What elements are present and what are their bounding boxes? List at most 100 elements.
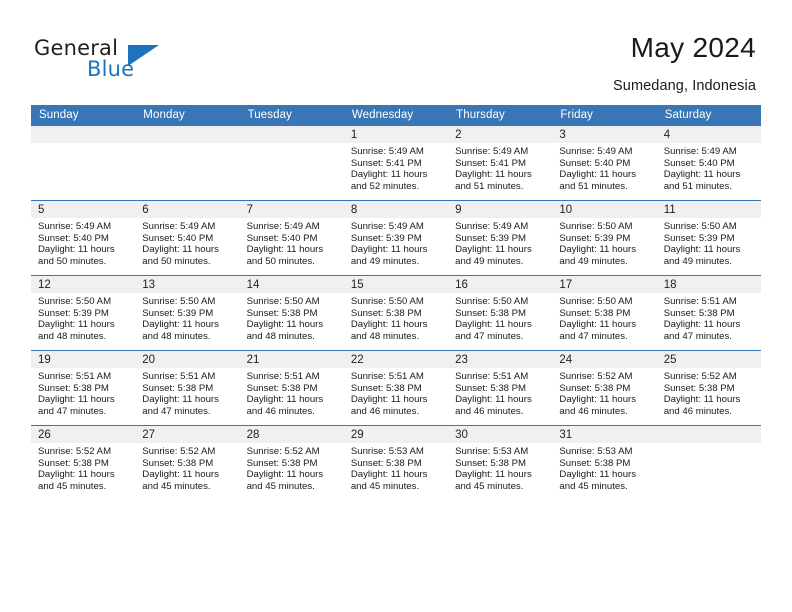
day-number: 15 [343,276,449,293]
day-cell-content [135,126,240,200]
daylight-duration-line1: Daylight: 11 hours [350,169,428,181]
calendar-day-cell[interactable]: 3 Sunrise: 5:49 AM Sunset: 5:40 PM Daylight… [552,126,657,201]
daylight-duration-line2: and 50 minutes. [38,255,107,267]
sunrise-time: Sunrise: 5:52 AM [663,371,737,382]
sunset-time: Sunset: 5:40 PM [142,232,214,244]
calendar-day-cell[interactable]: 24 Sunrise: 5:52 AM Sunset: 5:38 PM Dayligh… [552,350,657,426]
weekday-header-thursday: Thursday [448,105,553,126]
sunset-time: Sunset: 5:38 PM [142,382,214,394]
day-sun-info: Sunrise: 5:49 AM Sunset: 5:41 PM Daylight:… [344,143,448,192]
sunset-time: Sunset: 5:38 PM [38,457,109,469]
daylight-duration-line2: and 45 minutes. [246,480,315,492]
calendar-day-cell[interactable]: 1 Sunrise: 5:49 AM Sunset: 5:41 PM Daylight… [343,126,449,201]
calendar-day-cell[interactable]: 11 Sunrise: 5:50 AM Sunset: 5:39 PM Dayligh… [656,200,761,276]
day-number: 28 [239,426,344,443]
calendar-day-cell[interactable]: 17 Sunrise: 5:50 AM Sunset: 5:38 PM Dayligh… [552,275,657,351]
calendar-day-cell[interactable]: 26 Sunrise: 5:52 AM Sunset: 5:38 PM Dayligh… [31,425,136,500]
calendar-day-cell[interactable]: 9 Sunrise: 5:49 AM Sunset: 5:39 PM Daylight… [448,200,553,276]
calendar-day-cell[interactable]: 29 Sunrise: 5:53 AM Sunset: 5:38 PM Dayligh… [343,425,449,500]
sunrise-time: Sunrise: 5:52 AM [38,446,112,457]
calendar-day-cell[interactable]: 30 Sunrise: 5:53 AM Sunset: 5:38 PM Dayligh… [448,425,553,500]
calendar-day-cell[interactable]: 8 Sunrise: 5:49 AM Sunset: 5:39 PM Daylight… [343,200,449,276]
day-cell-content: 10 Sunrise: 5:50 AM Sunset: 5:39 PM Dayligh… [552,201,657,275]
calendar-day-cell[interactable]: 22 Sunrise: 5:51 AM Sunset: 5:38 PM Dayligh… [343,350,449,426]
daylight-duration-line2: and 51 minutes. [559,180,628,192]
calendar-day-cell[interactable]: 12 Sunrise: 5:50 AM Sunset: 5:39 PM Dayligh… [31,275,136,351]
day-cell-content [239,126,344,200]
calendar-day-cell[interactable]: 14 Sunrise: 5:50 AM Sunset: 5:38 PM Dayligh… [239,275,344,351]
sunset-time: Sunset: 5:38 PM [350,457,422,469]
daylight-duration-line1: Daylight: 11 hours [663,394,741,406]
daylight-duration-line2: and 49 minutes. [350,255,420,267]
calendar-day-cell[interactable]: 5 Sunrise: 5:49 AM Sunset: 5:40 PM Daylight… [31,200,136,276]
calendar-day-cell[interactable]: 13 Sunrise: 5:50 AM Sunset: 5:39 PM Dayligh… [135,275,240,351]
day-cell-content: 22 Sunrise: 5:51 AM Sunset: 5:38 PM Dayligh… [343,351,449,425]
day-number: 10 [552,201,657,218]
day-number [239,126,344,143]
calendar-week-row: 26 Sunrise: 5:52 AM Sunset: 5:38 PM Dayligh… [31,425,761,500]
day-number [656,426,761,443]
daylight-duration-line1: Daylight: 11 hours [350,469,428,481]
sunrise-time: Sunrise: 5:53 AM [455,446,529,457]
day-cell-content: 9 Sunrise: 5:49 AM Sunset: 5:39 PM Daylight… [448,201,553,275]
sunrise-time: Sunrise: 5:50 AM [455,296,529,307]
calendar-day-cell[interactable]: 25 Sunrise: 5:52 AM Sunset: 5:38 PM Dayligh… [656,350,761,426]
sunset-time: Sunset: 5:38 PM [559,307,631,319]
sunset-time: Sunset: 5:38 PM [246,382,318,394]
day-sun-info: Sunrise: 5:51 AM Sunset: 5:38 PM Daylight:… [135,368,239,417]
day-number: 19 [31,351,136,368]
calendar-day-cell[interactable]: 7 Sunrise: 5:49 AM Sunset: 5:40 PM Daylight… [239,200,344,276]
day-cell-content: 11 Sunrise: 5:50 AM Sunset: 5:39 PM Dayligh… [656,201,761,275]
calendar-day-cell[interactable]: 10 Sunrise: 5:50 AM Sunset: 5:39 PM Dayligh… [552,200,657,276]
day-cell-content: 21 Sunrise: 5:51 AM Sunset: 5:38 PM Dayligh… [239,351,344,425]
sunrise-time: Sunrise: 5:50 AM [559,296,633,307]
sunrise-time: Sunrise: 5:50 AM [246,296,320,307]
sunset-time: Sunset: 5:39 PM [142,307,214,319]
calendar-day-cell[interactable]: 28 Sunrise: 5:52 AM Sunset: 5:38 PM Dayligh… [239,425,344,500]
calendar-day-cell [239,126,344,201]
daylight-duration-line2: and 47 minutes. [142,405,211,417]
sunset-time: Sunset: 5:38 PM [38,382,109,394]
daylight-duration-line2: and 51 minutes. [455,180,524,192]
sunset-time: Sunset: 5:38 PM [246,307,318,319]
sunrise-time: Sunrise: 5:49 AM [142,221,216,232]
day-number: 29 [343,426,449,443]
calendar-day-cell[interactable]: 21 Sunrise: 5:51 AM Sunset: 5:38 PM Dayligh… [239,350,344,426]
calendar-day-cell[interactable]: 27 Sunrise: 5:52 AM Sunset: 5:38 PM Dayligh… [135,425,240,500]
day-cell-content: 3 Sunrise: 5:49 AM Sunset: 5:40 PM Daylight… [552,126,657,200]
general-blue-logo[interactable]: General Blue [34,36,174,86]
day-sun-info: Sunrise: 5:49 AM Sunset: 5:39 PM Daylight:… [344,218,448,267]
day-sun-info: Sunrise: 5:49 AM Sunset: 5:41 PM Daylight:… [448,143,552,192]
sunset-time: Sunset: 5:38 PM [455,307,527,319]
day-cell-content: 31 Sunrise: 5:53 AM Sunset: 5:38 PM Dayligh… [552,426,657,500]
sunset-time: Sunset: 5:39 PM [455,232,527,244]
calendar-day-cell[interactable]: 23 Sunrise: 5:51 AM Sunset: 5:38 PM Dayligh… [448,350,553,426]
day-number: 16 [448,276,553,293]
day-number: 2 [448,126,553,143]
sunrise-time: Sunrise: 5:52 AM [559,371,633,382]
daylight-duration-line2: and 50 minutes. [246,255,315,267]
sunrise-sunset-calendar: Sunday Monday Tuesday Wednesday Thursday… [31,105,761,500]
daylight-duration-line2: and 52 minutes. [350,180,420,192]
day-cell-content: 24 Sunrise: 5:52 AM Sunset: 5:38 PM Dayligh… [552,351,657,425]
weekday-header-saturday: Saturday [656,105,761,126]
day-number: 5 [31,201,136,218]
day-sun-info: Sunrise: 5:53 AM Sunset: 5:38 PM Daylight:… [448,443,552,492]
day-number: 14 [239,276,344,293]
calendar-day-cell[interactable]: 18 Sunrise: 5:51 AM Sunset: 5:38 PM Dayligh… [656,275,761,351]
daylight-duration-line2: and 48 minutes. [246,330,315,342]
day-cell-content: 28 Sunrise: 5:52 AM Sunset: 5:38 PM Dayligh… [239,426,344,500]
sunset-time: Sunset: 5:38 PM [663,307,735,319]
day-number [135,126,240,143]
calendar-day-cell[interactable]: 31 Sunrise: 5:53 AM Sunset: 5:38 PM Dayligh… [552,425,657,500]
calendar-day-cell[interactable]: 19 Sunrise: 5:51 AM Sunset: 5:38 PM Dayligh… [31,350,136,426]
calendar-day-cell[interactable]: 4 Sunrise: 5:49 AM Sunset: 5:40 PM Daylight… [656,126,761,201]
sunrise-time: Sunrise: 5:50 AM [350,296,424,307]
daylight-duration-line1: Daylight: 11 hours [246,469,324,481]
calendar-day-cell[interactable]: 15 Sunrise: 5:50 AM Sunset: 5:38 PM Dayligh… [343,275,449,351]
calendar-day-cell[interactable]: 2 Sunrise: 5:49 AM Sunset: 5:41 PM Daylight… [448,126,553,201]
day-number: 8 [343,201,449,218]
calendar-day-cell[interactable]: 6 Sunrise: 5:49 AM Sunset: 5:40 PM Daylight… [135,200,240,276]
calendar-day-cell[interactable]: 20 Sunrise: 5:51 AM Sunset: 5:38 PM Dayligh… [135,350,240,426]
calendar-day-cell[interactable]: 16 Sunrise: 5:50 AM Sunset: 5:38 PM Dayligh… [448,275,553,351]
